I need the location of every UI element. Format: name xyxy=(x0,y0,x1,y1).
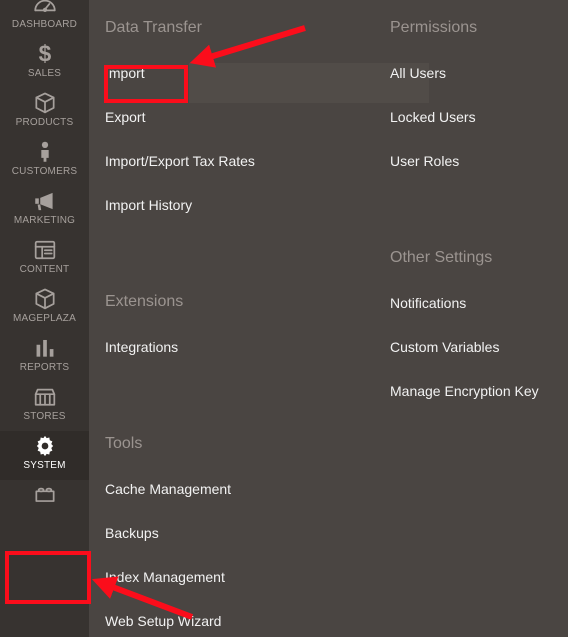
gear-icon xyxy=(0,433,89,459)
lego-brick-icon xyxy=(0,482,89,508)
admin-menu-screen: DASHBOARD $ SALES PRODUCTS CUSTOMERS MARKETIN… xyxy=(0,0,568,637)
megaphone-icon xyxy=(0,188,89,214)
dollar-sign-icon: $ xyxy=(0,41,89,67)
sidebar-item-label: CONTENT xyxy=(19,264,70,275)
layout-page-icon xyxy=(0,237,89,263)
sidebar-item-system[interactable]: SYSTEM xyxy=(0,431,89,480)
menu-item-import-history[interactable]: Import History xyxy=(100,195,365,239)
menu-item-export[interactable]: Export xyxy=(100,107,365,151)
menu-group-data-transfer: Data Transfer Import Export Import/Export T… xyxy=(100,18,365,239)
box-icon xyxy=(0,90,89,116)
menu-group-title: Permissions xyxy=(390,19,478,36)
menu-item-custom-variables[interactable]: Custom Variables xyxy=(385,337,568,381)
menu-group-title: Tools xyxy=(105,435,143,452)
sidebar-item-sales[interactable]: $ SALES xyxy=(0,39,89,88)
sidebar-item-label: REPORTS xyxy=(19,362,70,373)
menu-item-all-users[interactable]: All Users xyxy=(385,63,568,107)
sidebar-item-stores[interactable]: STORES xyxy=(0,382,89,431)
sidebar-item-label: DASHBOARD xyxy=(11,19,78,30)
svg-text:$: $ xyxy=(38,41,51,67)
sidebar-item-mageplaza[interactable]: MAGEPLAZA xyxy=(0,284,89,333)
sidebar-item-partners[interactable] xyxy=(0,480,89,529)
menu-group-title: Extensions xyxy=(105,293,184,310)
sidebar-item-label: STORES xyxy=(23,411,66,422)
bar-chart-icon xyxy=(0,335,89,361)
menu-item-index-management[interactable]: Index Management xyxy=(100,567,365,611)
menu-group-list: Integrations xyxy=(100,337,365,381)
menu-item-import-export-tax-rates[interactable]: Import/Export Tax Rates xyxy=(100,151,365,195)
menu-item-backups[interactable]: Backups xyxy=(100,523,365,567)
menu-group-title: Data Transfer xyxy=(105,19,202,36)
sidebar-item-label: MARKETING xyxy=(13,215,76,226)
menu-group-extensions: Extensions Integrations xyxy=(100,292,365,381)
menu-item-import[interactable]: Import xyxy=(100,63,365,107)
menu-group-list: All Users Locked Users User Roles xyxy=(385,63,568,195)
menu-item-manage-encryption-key[interactable]: Manage Encryption Key xyxy=(385,381,568,425)
sidebar-item-products[interactable]: PRODUCTS xyxy=(0,88,89,137)
system-mega-menu: Data Transfer Import Export Import/Export T… xyxy=(89,0,568,637)
sidebar-item-label: SYSTEM xyxy=(23,460,66,471)
menu-group-list: Notifications Custom Variables Manage Encr… xyxy=(385,293,568,425)
menu-item-locked-users[interactable]: Locked Users xyxy=(385,107,568,151)
sidebar-item-marketing[interactable]: MARKETING xyxy=(0,186,89,235)
menu-group-list: Import Export Import/Export Tax Rates Impor… xyxy=(100,63,365,239)
menu-item-user-roles[interactable]: User Roles xyxy=(385,151,568,195)
sidebar-item-label: CUSTOMERS xyxy=(11,166,78,177)
menu-group-tools: Tools Cache Management Backups Index Manage… xyxy=(100,434,365,637)
sidebar-item-reports[interactable]: REPORTS xyxy=(0,333,89,382)
sidebar-item-label: MAGEPLAZA xyxy=(13,313,76,324)
menu-group-title: Other Settings xyxy=(390,249,493,266)
sidebar-item-customers[interactable]: CUSTOMERS xyxy=(0,137,89,186)
menu-group-other-settings: Other Settings Notifications Custom Variab… xyxy=(385,248,568,425)
menu-item-integrations[interactable]: Integrations xyxy=(100,337,365,381)
storefront-icon xyxy=(0,384,89,410)
menu-group-list: Cache Management Backups Index Management W… xyxy=(100,479,365,637)
person-icon xyxy=(0,139,89,165)
menu-item-web-setup-wizard[interactable]: Web Setup Wizard xyxy=(100,611,365,637)
sidebar-item-label: SALES xyxy=(27,68,62,79)
menu-item-cache-management[interactable]: Cache Management xyxy=(100,479,365,523)
menu-item-notifications[interactable]: Notifications xyxy=(385,293,568,337)
menu-group-permissions: Permissions All Users Locked Users User Rol… xyxy=(385,18,568,195)
dashboard-gauge-icon xyxy=(0,0,89,18)
box-icon xyxy=(0,286,89,312)
sidebar-item-dashboard[interactable]: DASHBOARD xyxy=(0,0,89,39)
sidebar-item-label: PRODUCTS xyxy=(15,117,74,128)
admin-sidebar: DASHBOARD $ SALES PRODUCTS CUSTOMERS MARKETIN… xyxy=(0,0,89,637)
sidebar-item-content[interactable]: CONTENT xyxy=(0,235,89,284)
